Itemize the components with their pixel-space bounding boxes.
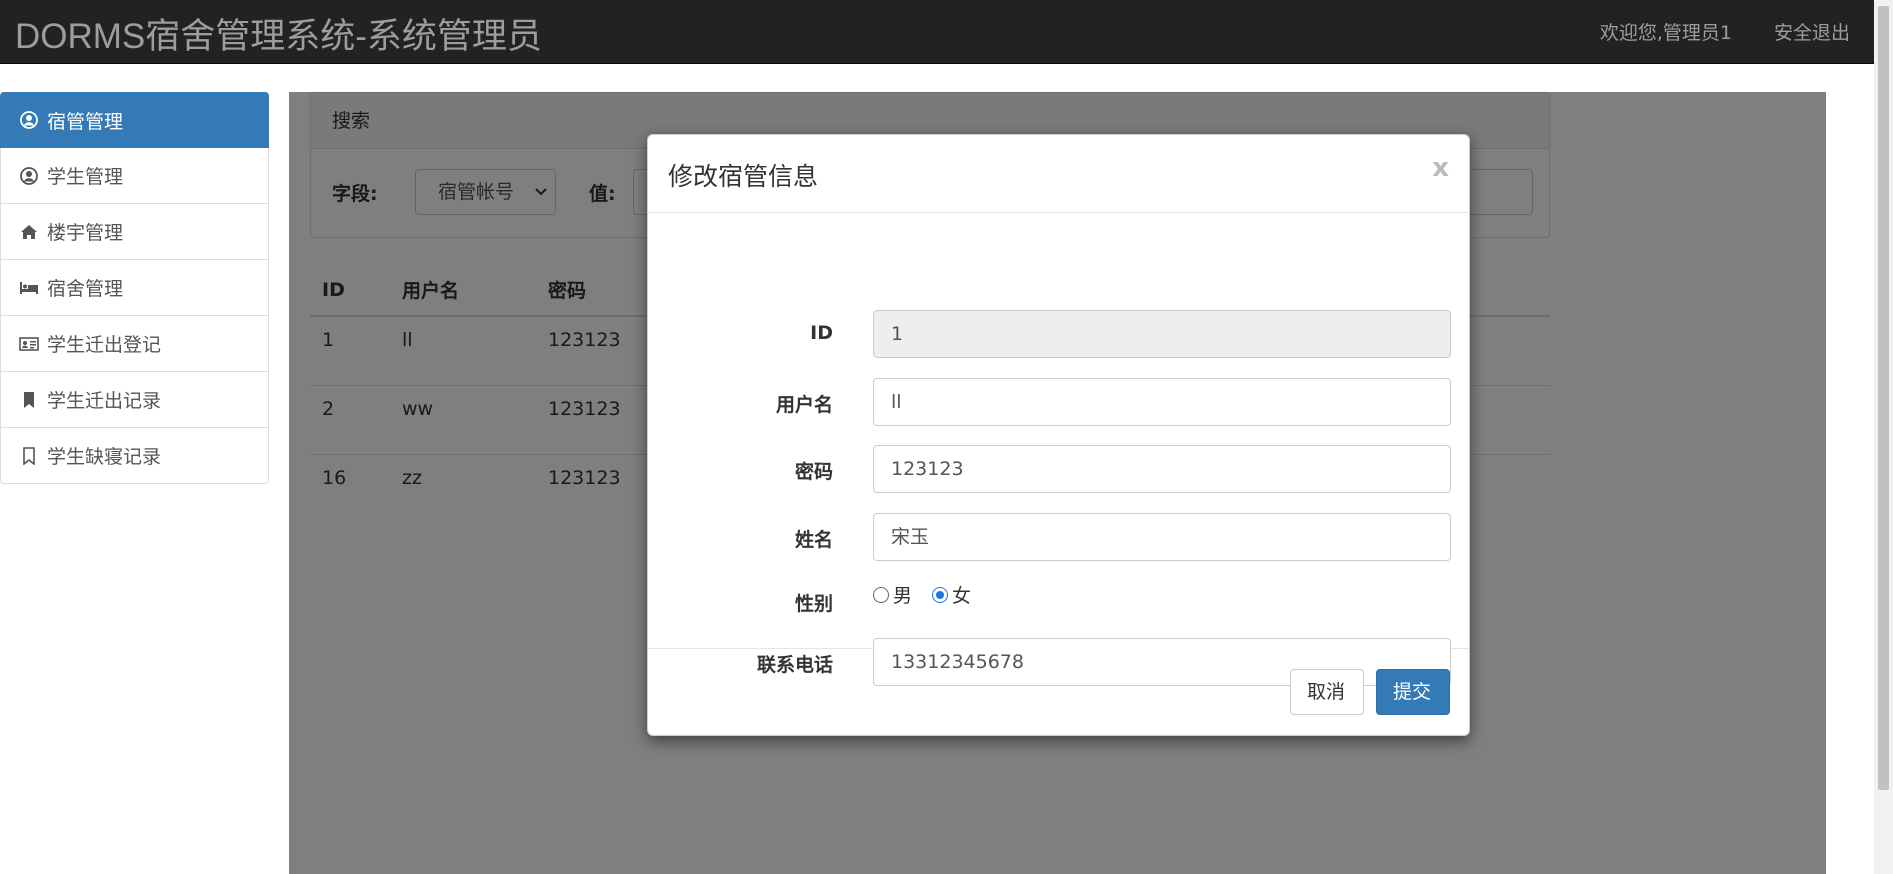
gender-male-label: 男 bbox=[893, 585, 913, 607]
sidebar-item-moveout-records[interactable]: 学生迁出记录 bbox=[0, 372, 269, 428]
home-icon bbox=[19, 222, 39, 242]
top-navbar: DORMS宿舍管理系统-系统管理员 欢迎您,管理员1 安全退出 bbox=[0, 0, 1874, 64]
sidebar-item-buildings[interactable]: 楼宇管理 bbox=[0, 204, 269, 260]
sidebar-item-label: 楼宇管理 bbox=[47, 222, 124, 244]
sidebar-item-moveout-register[interactable]: 学生迁出登记 bbox=[0, 316, 269, 372]
id-label: ID bbox=[810, 322, 833, 344]
password-label: 密码 bbox=[794, 461, 833, 483]
sidebar-item-label: 宿舍管理 bbox=[47, 278, 124, 300]
radio-unchecked-icon[interactable] bbox=[873, 586, 889, 603]
edit-manager-modal: 修改宿管信息 x ID 1 用户名 ll 密码 123123 姓名 宋玉 性别 … bbox=[647, 134, 1470, 736]
page-scrollbar[interactable] bbox=[1874, 0, 1893, 874]
welcome-user-link[interactable]: 欢迎您,管理员1 bbox=[1600, 18, 1732, 45]
bookmark-outline-icon bbox=[19, 446, 39, 466]
gender-row: 性别 男 女 bbox=[648, 581, 1471, 615]
sidebar-item-label: 学生缺寝记录 bbox=[47, 446, 162, 468]
username-row: 用户名 ll bbox=[648, 378, 1471, 426]
sidebar-item-dorm-manager[interactable]: 宿管管理 bbox=[0, 92, 269, 148]
brand-title[interactable]: DORMS宿舍管理系统-系统管理员 bbox=[15, 8, 542, 59]
gender-female-radio[interactable]: 女 bbox=[932, 581, 971, 608]
gender-label: 性别 bbox=[794, 593, 833, 615]
user-circle-icon bbox=[19, 110, 39, 130]
radio-checked-icon[interactable] bbox=[932, 586, 949, 603]
sidebar-item-students[interactable]: 学生管理 bbox=[0, 148, 269, 204]
sidebar: 宿管管理 学生管理 楼宇管理 宿舍管理 学生迁出登记 学生迁出记录 学生缺寝记录 bbox=[0, 92, 269, 484]
id-field: 1 bbox=[873, 310, 1451, 358]
sidebar-item-dorms[interactable]: 宿舍管理 bbox=[0, 260, 269, 316]
scrollbar-thumb[interactable] bbox=[1878, 6, 1889, 790]
sidebar-item-label: 学生迁出登记 bbox=[47, 334, 162, 356]
username-label: 用户名 bbox=[775, 394, 833, 416]
gender-radio-group: 男 女 bbox=[873, 581, 971, 608]
user-circle-icon bbox=[19, 166, 39, 186]
gender-male-radio[interactable]: 男 bbox=[873, 581, 912, 608]
id-row: ID 1 bbox=[648, 310, 1471, 358]
name-row: 姓名 宋玉 bbox=[648, 513, 1471, 561]
gender-female-label: 女 bbox=[952, 585, 972, 607]
modal-title: 修改宿管信息 bbox=[668, 162, 819, 191]
bookmark-filled-icon bbox=[19, 390, 39, 410]
sidebar-item-label: 宿管管理 bbox=[47, 110, 124, 133]
bed-icon bbox=[19, 278, 39, 298]
name-field[interactable]: 宋玉 bbox=[873, 513, 1451, 561]
cancel-button[interactable]: 取消 bbox=[1290, 669, 1364, 715]
password-row: 密码 123123 bbox=[648, 445, 1471, 493]
username-field[interactable]: ll bbox=[873, 378, 1451, 426]
password-field[interactable]: 123123 bbox=[873, 445, 1451, 493]
submit-button[interactable]: 提交 bbox=[1376, 669, 1450, 715]
close-icon[interactable]: x bbox=[1432, 153, 1449, 183]
sidebar-item-absence-records[interactable]: 学生缺寝记录 bbox=[0, 428, 269, 484]
sidebar-item-label: 学生迁出记录 bbox=[47, 390, 162, 412]
sidebar-item-label: 学生管理 bbox=[47, 166, 124, 188]
name-label: 姓名 bbox=[794, 529, 833, 551]
logout-link[interactable]: 安全退出 bbox=[1774, 18, 1850, 45]
id-card-icon bbox=[19, 334, 39, 354]
